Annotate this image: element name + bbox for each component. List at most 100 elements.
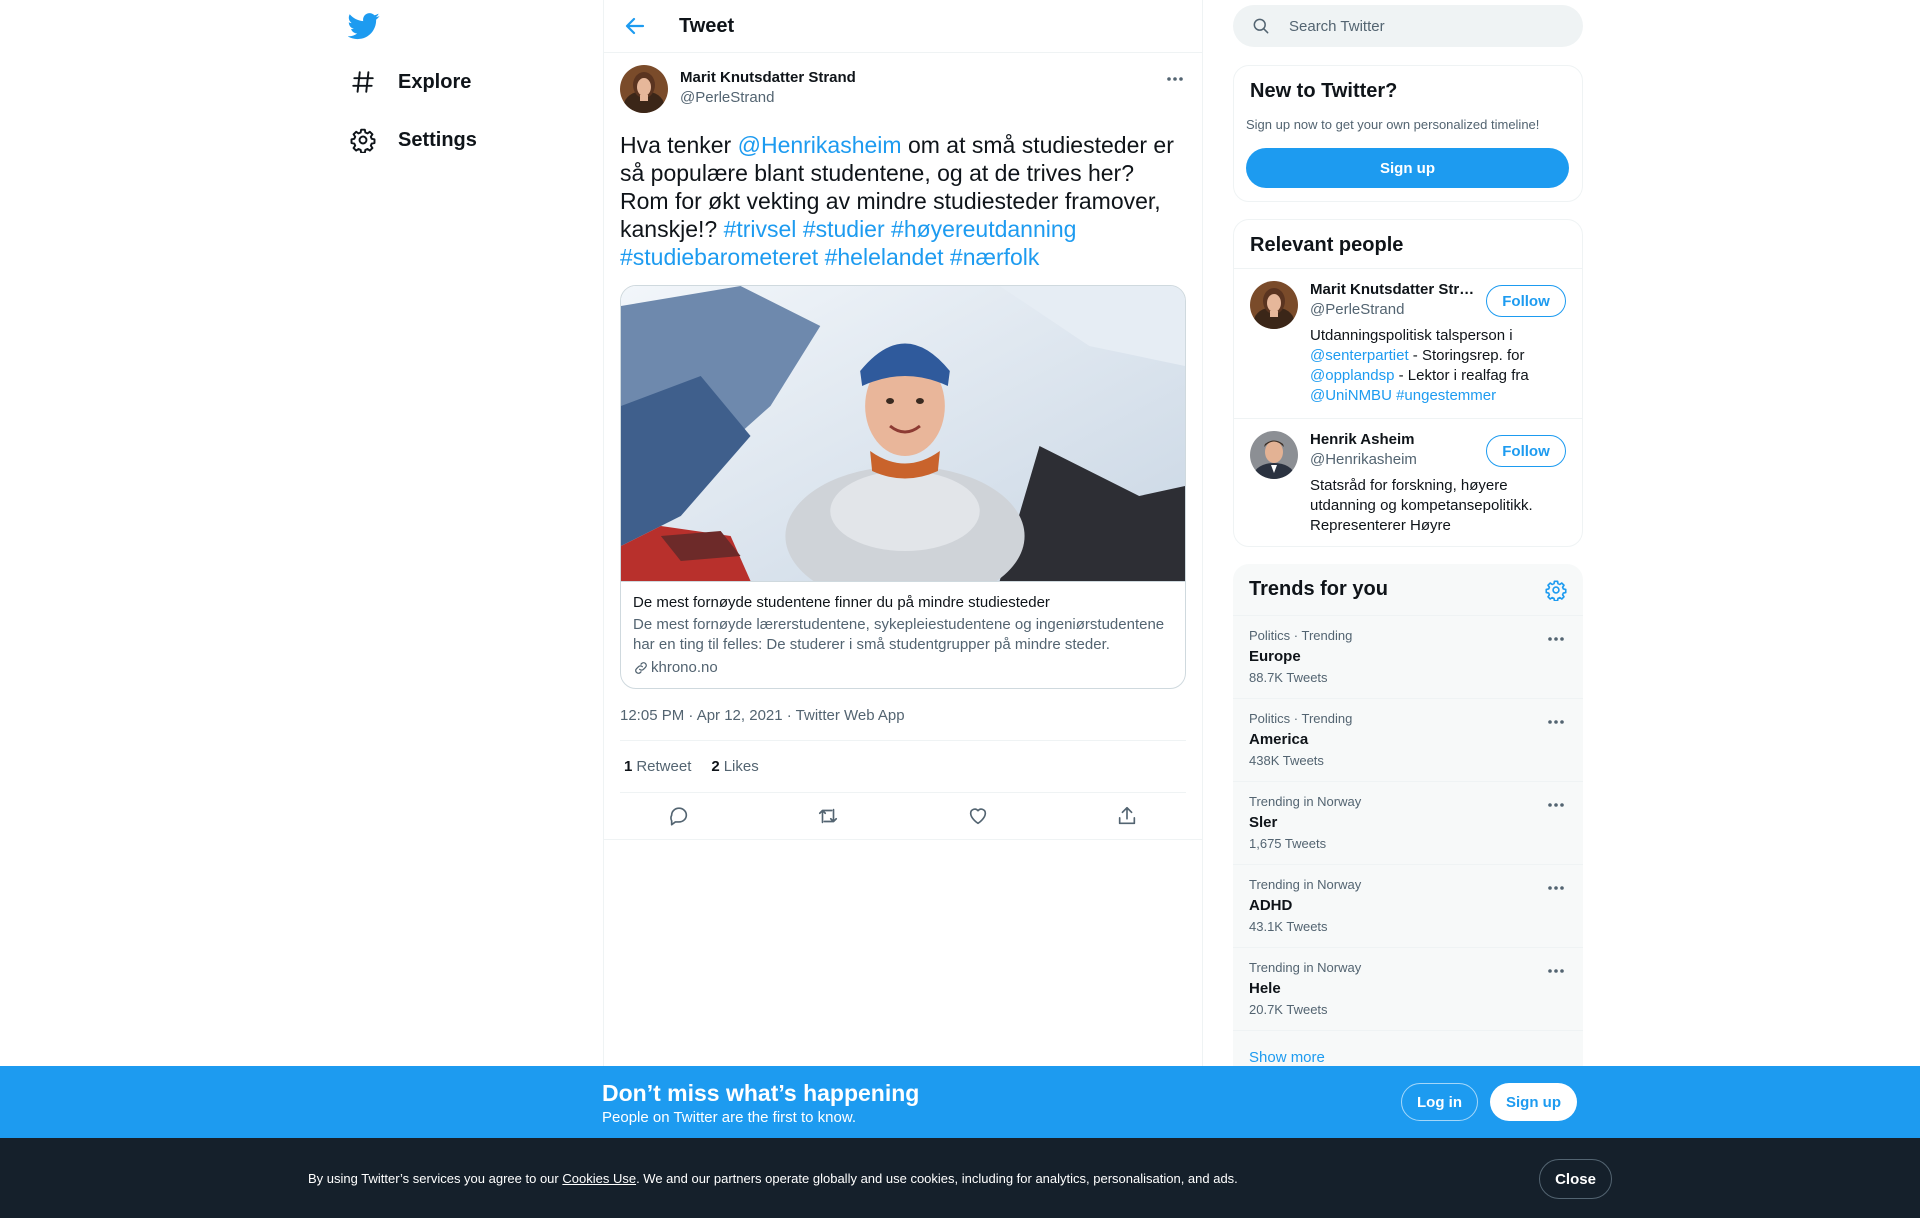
author-handle[interactable]: @PerleStrand (680, 89, 856, 106)
cookies-use-link[interactable]: Cookies Use (562, 1171, 636, 1186)
more-options-icon[interactable] (1545, 962, 1567, 980)
trend-count: 43.1K Tweets (1249, 919, 1328, 934)
trend-name: Hele (1249, 980, 1281, 997)
tweet-text-part: Hva tenker (620, 132, 738, 158)
card-description: De mest fornøyde lærerstudentene, sykepl… (633, 616, 1165, 653)
hashtag-icon (352, 71, 374, 93)
more-options-icon[interactable] (1545, 630, 1567, 648)
tweet-timestamp[interactable]: 12:05 PM · Apr 12, 2021 · Twitter Web Ap… (620, 689, 1186, 741)
relevant-people-panel: Relevant people Marit Knutsdatter Str… @… (1233, 219, 1583, 547)
trend-category: Trending in Norway (1249, 794, 1362, 809)
hashtag-link[interactable]: #helelandet (825, 244, 944, 270)
cookie-text-part: . We and our partners operate globally a… (636, 1171, 1238, 1186)
banner-sign-up-button[interactable]: Sign up (1490, 1083, 1577, 1121)
person-name[interactable]: Henrik Asheim (1310, 431, 1482, 448)
hashtag-link[interactable]: #ungestemmer (1396, 387, 1496, 404)
trends-panel: Trends for you Politics · Trending Europ… (1233, 564, 1583, 1084)
hashtag-link[interactable]: #nærfolk (950, 244, 1039, 270)
tweet-text: Hva tenker @Henrikasheim om at små studi… (620, 131, 1186, 271)
follow-button[interactable]: Follow (1486, 435, 1566, 467)
hashtag-link[interactable]: #trivsel (724, 216, 797, 242)
person-card[interactable]: Henrik Asheim @Henrikasheim Statsråd for… (1234, 418, 1582, 546)
sign-up-button[interactable]: Sign up (1246, 148, 1569, 188)
likes-count: 2 (711, 758, 720, 775)
bio-text: - Lektor i realfag fra (1394, 367, 1529, 384)
tweet-author: Marit Knutsdatter Strand @PerleStrand (620, 65, 1186, 113)
nav-explore-label: Explore (398, 70, 472, 93)
trend-item[interactable]: Trending in Norway Sler 1,675 Tweets (1233, 782, 1583, 865)
trend-count: 20.7K Tweets (1249, 1002, 1328, 1017)
mention-link[interactable]: @UniNMBU (1310, 387, 1392, 404)
show-more-link[interactable]: Show more (1233, 1031, 1583, 1066)
relevant-people-title: Relevant people (1250, 234, 1404, 256)
log-in-button[interactable]: Log in (1401, 1083, 1478, 1121)
nav-settings[interactable]: Settings (350, 127, 477, 153)
page-title: Tweet (679, 14, 735, 37)
nav-settings-label: Settings (398, 128, 477, 151)
main-column: Tweet Marit Knutsdatter Strand @PerleStr… (603, 0, 1203, 1066)
cookie-text: By using Twitter’s services you agree to… (308, 1171, 1238, 1186)
retweet-icon[interactable] (817, 805, 839, 827)
search-input[interactable] (1289, 17, 1549, 35)
search-icon (1253, 18, 1269, 34)
author-avatar[interactable] (620, 65, 668, 113)
tweet-actions (604, 793, 1202, 840)
more-options-icon[interactable] (1545, 879, 1567, 897)
card-image (621, 286, 1185, 581)
nav-explore[interactable]: Explore (350, 69, 471, 95)
more-options-icon[interactable] (1545, 796, 1567, 814)
link-icon (635, 661, 647, 674)
person-bio: Statsråd for forskning, høyere utdanning… (1310, 477, 1533, 534)
mention-link[interactable]: @senterpartiet (1310, 347, 1409, 364)
trend-category: Trending in Norway (1249, 877, 1362, 892)
banner-subtitle: People on Twitter are the first to know. (602, 1109, 857, 1126)
follow-button[interactable]: Follow (1486, 285, 1566, 317)
card-domain-text: khrono.no (651, 659, 718, 676)
trend-name: Sler (1249, 814, 1278, 831)
reply-icon[interactable] (668, 805, 690, 827)
trend-item[interactable]: Trending in Norway Hele 20.7K Tweets (1233, 948, 1583, 1031)
trend-item[interactable]: Politics · Trending America 438K Tweets (1233, 699, 1583, 782)
gear-icon[interactable] (1545, 579, 1567, 601)
new-to-twitter-title: New to Twitter? (1250, 80, 1398, 102)
trend-item[interactable]: Politics · Trending Europe 88.7K Tweets (1233, 616, 1583, 699)
cookie-text-part: By using Twitter’s services you agree to… (308, 1171, 563, 1186)
likes-stat[interactable]: 2 Likes (711, 758, 758, 775)
more-options-icon[interactable] (1545, 713, 1567, 731)
bio-text: Utdanningspolitisk talsperson i (1310, 327, 1513, 344)
more-options-icon[interactable] (1164, 69, 1186, 89)
person-name[interactable]: Marit Knutsdatter Str… (1310, 281, 1482, 298)
back-arrow-icon[interactable] (623, 14, 647, 38)
avatar[interactable] (1250, 431, 1298, 479)
card-domain: khrono.no (633, 659, 1173, 676)
person-bio: Utdanningspolitisk talsperson i @senterp… (1310, 326, 1550, 406)
hashtag-link[interactable]: #høyereutdanning (891, 216, 1076, 242)
person-card[interactable]: Marit Knutsdatter Str… @PerleStrand Utda… (1234, 269, 1582, 418)
person-handle[interactable]: @PerleStrand (1310, 301, 1478, 318)
mention-link[interactable]: @Henrikasheim (738, 132, 902, 158)
avatar[interactable] (1250, 281, 1298, 329)
mention-link[interactable]: @opplandsp (1310, 367, 1394, 384)
trend-name: Europe (1249, 648, 1301, 665)
likes-label: Likes (723, 758, 759, 775)
retweets-stat[interactable]: 1 Retweet (624, 758, 691, 775)
twitter-logo-icon[interactable] (348, 10, 380, 42)
hashtag-link[interactable]: #studier (803, 216, 885, 242)
banner-title: Don’t miss what’s happening (602, 1080, 920, 1106)
like-heart-icon[interactable] (967, 805, 989, 827)
share-icon[interactable] (1116, 805, 1138, 827)
link-card[interactable]: De mest fornøyde studentene finner du på… (620, 285, 1186, 689)
person-handle[interactable]: @Henrikasheim (1310, 451, 1478, 468)
trend-item[interactable]: Trending in Norway ADHD 43.1K Tweets (1233, 865, 1583, 948)
hashtag-link[interactable]: #studiebarometeret (620, 244, 818, 270)
cookie-banner: By using Twitter’s services you agree to… (0, 1138, 1920, 1218)
new-to-twitter-panel: New to Twitter? Sign up now to get your … (1233, 65, 1583, 202)
trend-name: America (1249, 731, 1309, 748)
close-cookie-button[interactable]: Close (1539, 1159, 1612, 1199)
retweets-label: Retweet (636, 758, 692, 775)
trend-count: 1,675 Tweets (1249, 836, 1327, 851)
tweet-stats: 1 Retweet 2 Likes (620, 741, 1186, 793)
author-display-name[interactable]: Marit Knutsdatter Strand (680, 69, 856, 86)
search-box[interactable] (1233, 5, 1583, 47)
trends-title: Trends for you (1249, 578, 1388, 600)
